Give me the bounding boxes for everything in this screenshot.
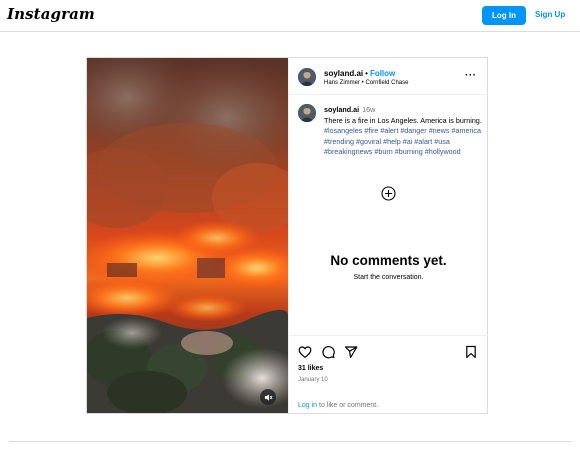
post-card: soyland.ai • Follow Hans Zimmer • Cornfiel… — [86, 57, 488, 414]
login-prompt: Log in to like or comment. — [298, 402, 378, 409]
top-bar: Instagram Log In Sign Up — [0, 0, 580, 32]
post-side-panel: soyland.ai • Follow Hans Zimmer • Cornfiel… — [288, 58, 488, 413]
fire-scene-image — [87, 58, 288, 413]
login-prompt-text: to like or comment. — [317, 402, 379, 409]
caption-text: There is a fire in Los Angeles. America … — [324, 115, 482, 125]
caption-hashtags[interactable]: #losangeles #fire #alert #danger #news #… — [324, 126, 481, 156]
empty-comments-subtitle: Start the conversation. — [353, 274, 424, 281]
header-username-row: soyland.ai • Follow — [324, 69, 395, 78]
bookmark-icon[interactable] — [464, 345, 478, 359]
caption-timestamp: 16w — [362, 105, 376, 114]
load-more-comments-button[interactable] — [381, 186, 396, 201]
post-actions: 31 likes January 10 Log in to like or co… — [289, 335, 488, 413]
plus-circle-icon — [381, 186, 396, 201]
separator-dot: • — [365, 69, 368, 78]
login-button[interactable]: Log In — [482, 6, 526, 25]
author-username[interactable]: soyland.ai — [324, 69, 363, 78]
post-header: soyland.ai • Follow Hans Zimmer • Cornfiel… — [289, 58, 488, 95]
post-caption: soyland.ai 16w There is a fire in Los Ang… — [324, 105, 484, 158]
login-link[interactable]: Log in — [298, 402, 317, 409]
instagram-logo[interactable]: Instagram — [7, 5, 95, 23]
avatar[interactable] — [298, 68, 316, 86]
share-icon[interactable] — [344, 345, 358, 359]
heart-icon[interactable] — [298, 345, 312, 359]
signup-link[interactable]: Sign Up — [535, 10, 565, 19]
empty-comments-title: No comments yet. — [330, 253, 447, 268]
more-horizontal-icon[interactable]: ··· — [465, 71, 477, 81]
post-video[interactable] — [87, 58, 288, 413]
caption-avatar[interactable] — [298, 104, 316, 122]
caption-username[interactable]: soyland.ai — [324, 105, 359, 114]
footer-divider — [9, 441, 571, 442]
mute-button[interactable] — [260, 389, 276, 405]
likes-count[interactable]: 31 likes — [298, 365, 323, 372]
follow-button[interactable]: Follow — [370, 69, 395, 78]
post-date: January 10 — [298, 377, 328, 383]
audio-label[interactable]: Hans Zimmer • Cornfield Chase — [324, 80, 408, 86]
mute-icon — [264, 393, 272, 401]
comment-icon[interactable] — [321, 345, 335, 359]
